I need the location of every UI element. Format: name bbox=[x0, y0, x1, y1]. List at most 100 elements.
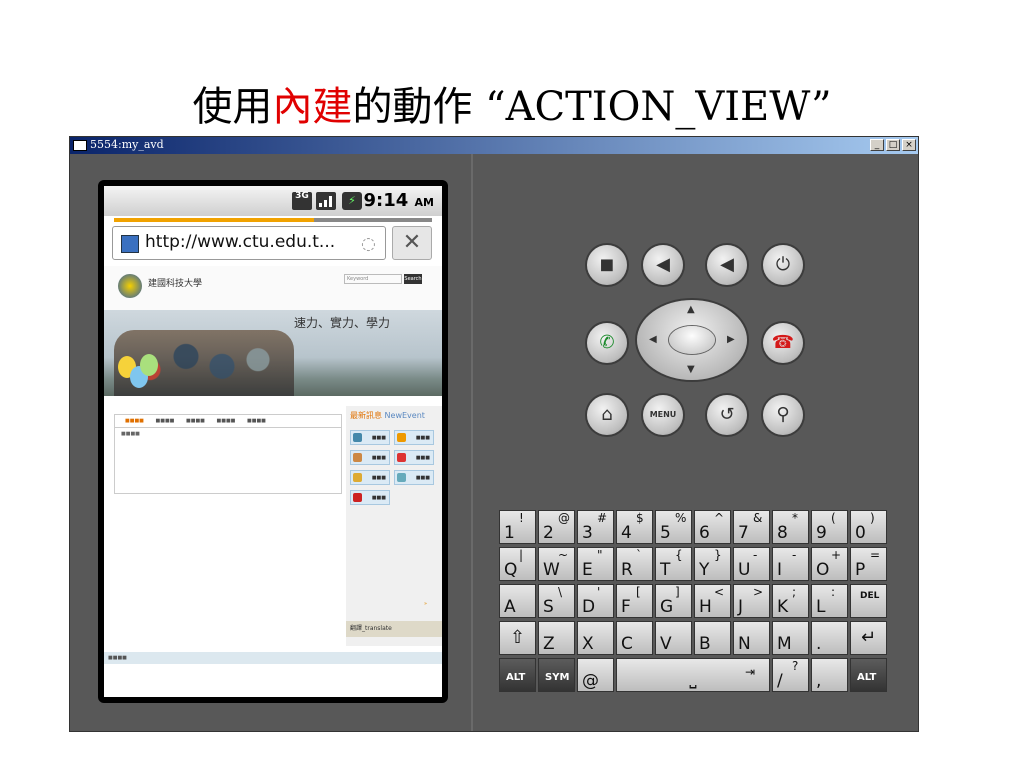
status-time: 9:14 AM bbox=[363, 190, 434, 211]
news-tabs[interactable]: ■■■■ ■■■■ ■■■■ ■■■■ ■■■■ bbox=[115, 415, 341, 428]
banner-slogan: 速力、實力、學力 bbox=[294, 316, 391, 330]
window-title: 5554:my_avd bbox=[90, 138, 164, 151]
site-search-button[interactable]: Search bbox=[404, 274, 422, 284]
key-v[interactable]: V bbox=[655, 621, 692, 655]
news-tab[interactable]: ■■■■ bbox=[217, 415, 236, 427]
key-r[interactable]: R ` bbox=[616, 547, 653, 581]
key-8[interactable]: 8 * bbox=[772, 510, 809, 544]
key-x[interactable]: X bbox=[577, 621, 614, 655]
key-alt-right[interactable]: ALT bbox=[850, 658, 887, 692]
key-g[interactable]: G] bbox=[655, 584, 692, 618]
key-sym[interactable]: SYM bbox=[538, 658, 575, 692]
key-z[interactable]: Z bbox=[538, 621, 575, 655]
key-t[interactable]: T{ bbox=[655, 547, 692, 581]
dpad[interactable]: ▲ ▼ ◀ ▶ bbox=[637, 300, 747, 380]
close-window-button[interactable]: × bbox=[902, 139, 916, 151]
key-at[interactable]: @ bbox=[577, 658, 614, 692]
key-i[interactable]: I- bbox=[772, 547, 809, 581]
key-b[interactable]: B bbox=[694, 621, 731, 655]
key-9[interactable]: 9( bbox=[811, 510, 848, 544]
key-a[interactable]: A bbox=[499, 584, 536, 618]
maximize-button[interactable]: □ bbox=[886, 139, 900, 151]
minimize-button[interactable]: _ bbox=[870, 139, 884, 151]
call-button[interactable]: ✆ bbox=[587, 323, 627, 363]
window-titlebar[interactable]: 5554:my_avd _ □ × bbox=[70, 137, 918, 154]
key-j[interactable]: J > bbox=[733, 584, 770, 618]
news-tab-active[interactable]: ■■■■ bbox=[125, 415, 144, 427]
quicklink-tile[interactable]: ■■■ bbox=[394, 470, 434, 485]
camera-button[interactable]: ◼ bbox=[587, 245, 627, 285]
key-shift[interactable]: ⇧ bbox=[499, 621, 536, 655]
balloon-shape bbox=[140, 354, 158, 376]
news-tab[interactable]: ■■■■ bbox=[186, 415, 205, 427]
key-enter[interactable]: ↵ bbox=[850, 621, 887, 655]
site-header: 建國科技大學 Keyword Search bbox=[104, 266, 442, 310]
dpad-left-icon[interactable]: ◀ bbox=[649, 334, 657, 345]
dpad-up-icon[interactable]: ▲ bbox=[687, 304, 695, 315]
key-u[interactable]: U- bbox=[733, 547, 770, 581]
key-n[interactable]: N bbox=[733, 621, 770, 655]
quicklink-tile[interactable]: ■■■ bbox=[394, 450, 434, 465]
news-tab[interactable]: ■■■■ bbox=[156, 415, 175, 427]
web-page-content[interactable]: 建國科技大學 Keyword Search 速力、實力、學力 ■■■■ ■■■■… bbox=[104, 266, 442, 697]
menu-button[interactable]: MENU bbox=[643, 395, 683, 435]
browser-url-bar: http://www.ctu.edu.t... ◌ ✕ bbox=[112, 226, 434, 262]
key-y[interactable]: Y} bbox=[694, 547, 731, 581]
home-button[interactable]: ⌂ bbox=[587, 395, 627, 435]
key-del[interactable]: DEL bbox=[850, 584, 887, 618]
quicklink-tile[interactable]: ■■■ bbox=[350, 470, 390, 485]
key-k[interactable]: K; bbox=[772, 584, 809, 618]
key-q[interactable]: Q | bbox=[499, 547, 536, 581]
key-d[interactable]: D ' bbox=[577, 584, 614, 618]
key-5[interactable]: 5% bbox=[655, 510, 692, 544]
stop-loading-button[interactable]: ✕ bbox=[392, 226, 432, 260]
more-link[interactable]: » bbox=[424, 601, 427, 607]
site-search-input[interactable]: Keyword bbox=[344, 274, 402, 284]
title-part-1: 使用 bbox=[192, 84, 273, 130]
key-1[interactable]: 1! bbox=[499, 510, 536, 544]
key-6[interactable]: 6 ^ bbox=[694, 510, 731, 544]
key-c[interactable]: C bbox=[616, 621, 653, 655]
key-7[interactable]: 7 & bbox=[733, 510, 770, 544]
volume-up-button[interactable]: ◀ bbox=[707, 245, 747, 285]
quicklink-tile[interactable]: ■■■ bbox=[350, 430, 390, 445]
quicklink-tile[interactable]: ■■■ bbox=[394, 430, 434, 445]
page-load-progress-fill bbox=[114, 218, 315, 222]
key-3[interactable]: 3 # bbox=[577, 510, 614, 544]
key-l[interactable]: L: bbox=[811, 584, 848, 618]
key-h[interactable]: H < bbox=[694, 584, 731, 618]
key-m[interactable]: M bbox=[772, 621, 809, 655]
news-list: ■■■■ bbox=[121, 431, 140, 437]
key-.[interactable]: . bbox=[811, 621, 848, 655]
volume-down-button[interactable]: ◀ bbox=[643, 245, 683, 285]
key-e[interactable]: E " bbox=[577, 547, 614, 581]
url-text: http://www.ctu.edu.t... bbox=[145, 232, 336, 252]
slide-title: 使用內建的動作 “ACTION_VIEW” bbox=[0, 74, 1024, 132]
news-tab[interactable]: ■■■■ bbox=[247, 415, 266, 427]
key-w[interactable]: W ~ bbox=[538, 547, 575, 581]
key-4[interactable]: 4 $ bbox=[616, 510, 653, 544]
key-p[interactable]: P = bbox=[850, 547, 887, 581]
key-space[interactable]: ⎵ ⇥ bbox=[616, 658, 770, 692]
news-tabs-box: ■■■■ ■■■■ ■■■■ ■■■■ ■■■■ ■■■■ bbox=[114, 414, 342, 494]
search-button[interactable]: ⚲ bbox=[763, 395, 803, 435]
end-call-button[interactable]: ☎ bbox=[763, 323, 803, 363]
key-comma[interactable]: , bbox=[811, 658, 848, 692]
key-o[interactable]: O + bbox=[811, 547, 848, 581]
key-0[interactable]: 0) bbox=[850, 510, 887, 544]
key-alt-left[interactable]: ALT bbox=[499, 658, 536, 692]
power-button[interactable]: ⏻ bbox=[763, 245, 803, 285]
key-f[interactable]: F[ bbox=[616, 584, 653, 618]
phone-screen[interactable]: 3G ⚡ 9:14 AM http://www.ctu.edu.t... ◌ ✕ bbox=[104, 186, 442, 697]
dpad-down-icon[interactable]: ▼ bbox=[687, 364, 695, 375]
quicklink-tile[interactable]: ■■■ bbox=[350, 490, 390, 505]
dpad-center-button[interactable] bbox=[669, 326, 715, 354]
dpad-right-icon[interactable]: ▶ bbox=[727, 334, 735, 345]
quicklink-tile[interactable]: ■■■ bbox=[350, 450, 390, 465]
translate-widget[interactable]: 翻譯_translate bbox=[346, 621, 442, 637]
key-slash[interactable]: /? bbox=[772, 658, 809, 692]
url-field[interactable]: http://www.ctu.edu.t... ◌ bbox=[112, 226, 386, 260]
back-button[interactable]: ↺ bbox=[707, 395, 747, 435]
key-s[interactable]: S \ bbox=[538, 584, 575, 618]
key-2[interactable]: 2 @ bbox=[538, 510, 575, 544]
